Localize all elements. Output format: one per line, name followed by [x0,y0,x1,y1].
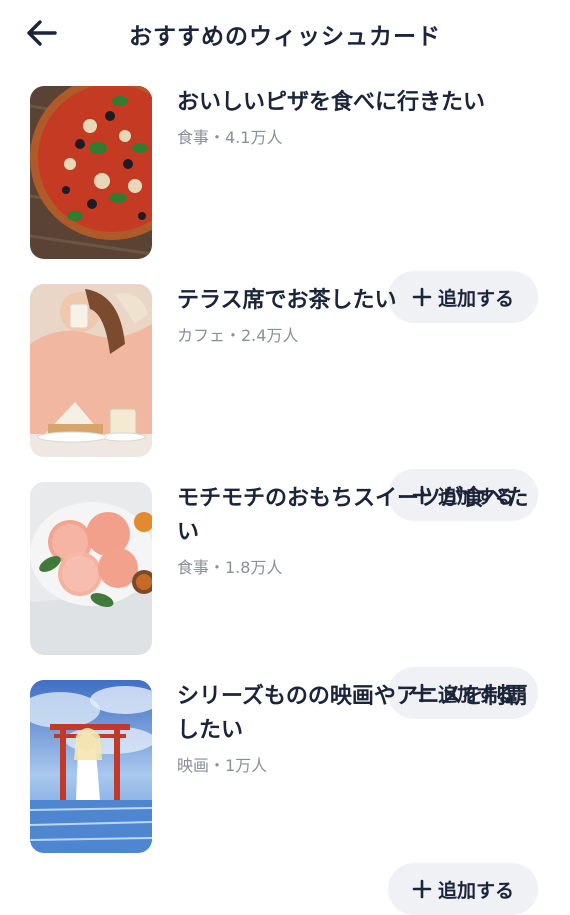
add-button[interactable]: 追加する [388,863,538,915]
plus-icon [412,879,432,899]
anime-torii-illustration [30,680,152,853]
header: おすすめのウィッシュカード [0,0,570,66]
card-meta: 映画・1万人 [177,756,268,775]
pizza-photo [30,86,152,259]
card-meta: 食事・4.1万人 [177,128,283,147]
wish-card[interactable]: テラス席でお茶したい カフェ・2.4万人 追加する [0,284,570,521]
add-button-label: 追加する [437,879,514,902]
cafe-tea-photo [30,284,152,457]
card-title: テラス席でお茶したい [177,288,397,313]
wish-card[interactable]: モチモチのおもちスイーツが食べたい 食事・1.8万人 追加する [0,482,570,719]
page-title: おすすめのウィッシュカード [129,24,441,50]
card-meta: 食事・1.8万人 [177,558,283,577]
wish-card[interactable]: おいしいピザを食べに行きたい 食事・4.1万人 追加する [0,86,570,323]
wish-card[interactable]: シリーズものの映画やアニメを制覇したい 映画・1万人 追加する [0,680,570,915]
card-meta: カフェ・2.4万人 [177,326,299,345]
card-title: おいしいピザを食べに行きたい [177,90,486,115]
card-title: シリーズものの映画やアニメを制覇したい [177,684,528,743]
card-title: モチモチのおもちスイーツが食べたい [177,486,529,545]
mochi-sweets-photo [30,482,152,655]
